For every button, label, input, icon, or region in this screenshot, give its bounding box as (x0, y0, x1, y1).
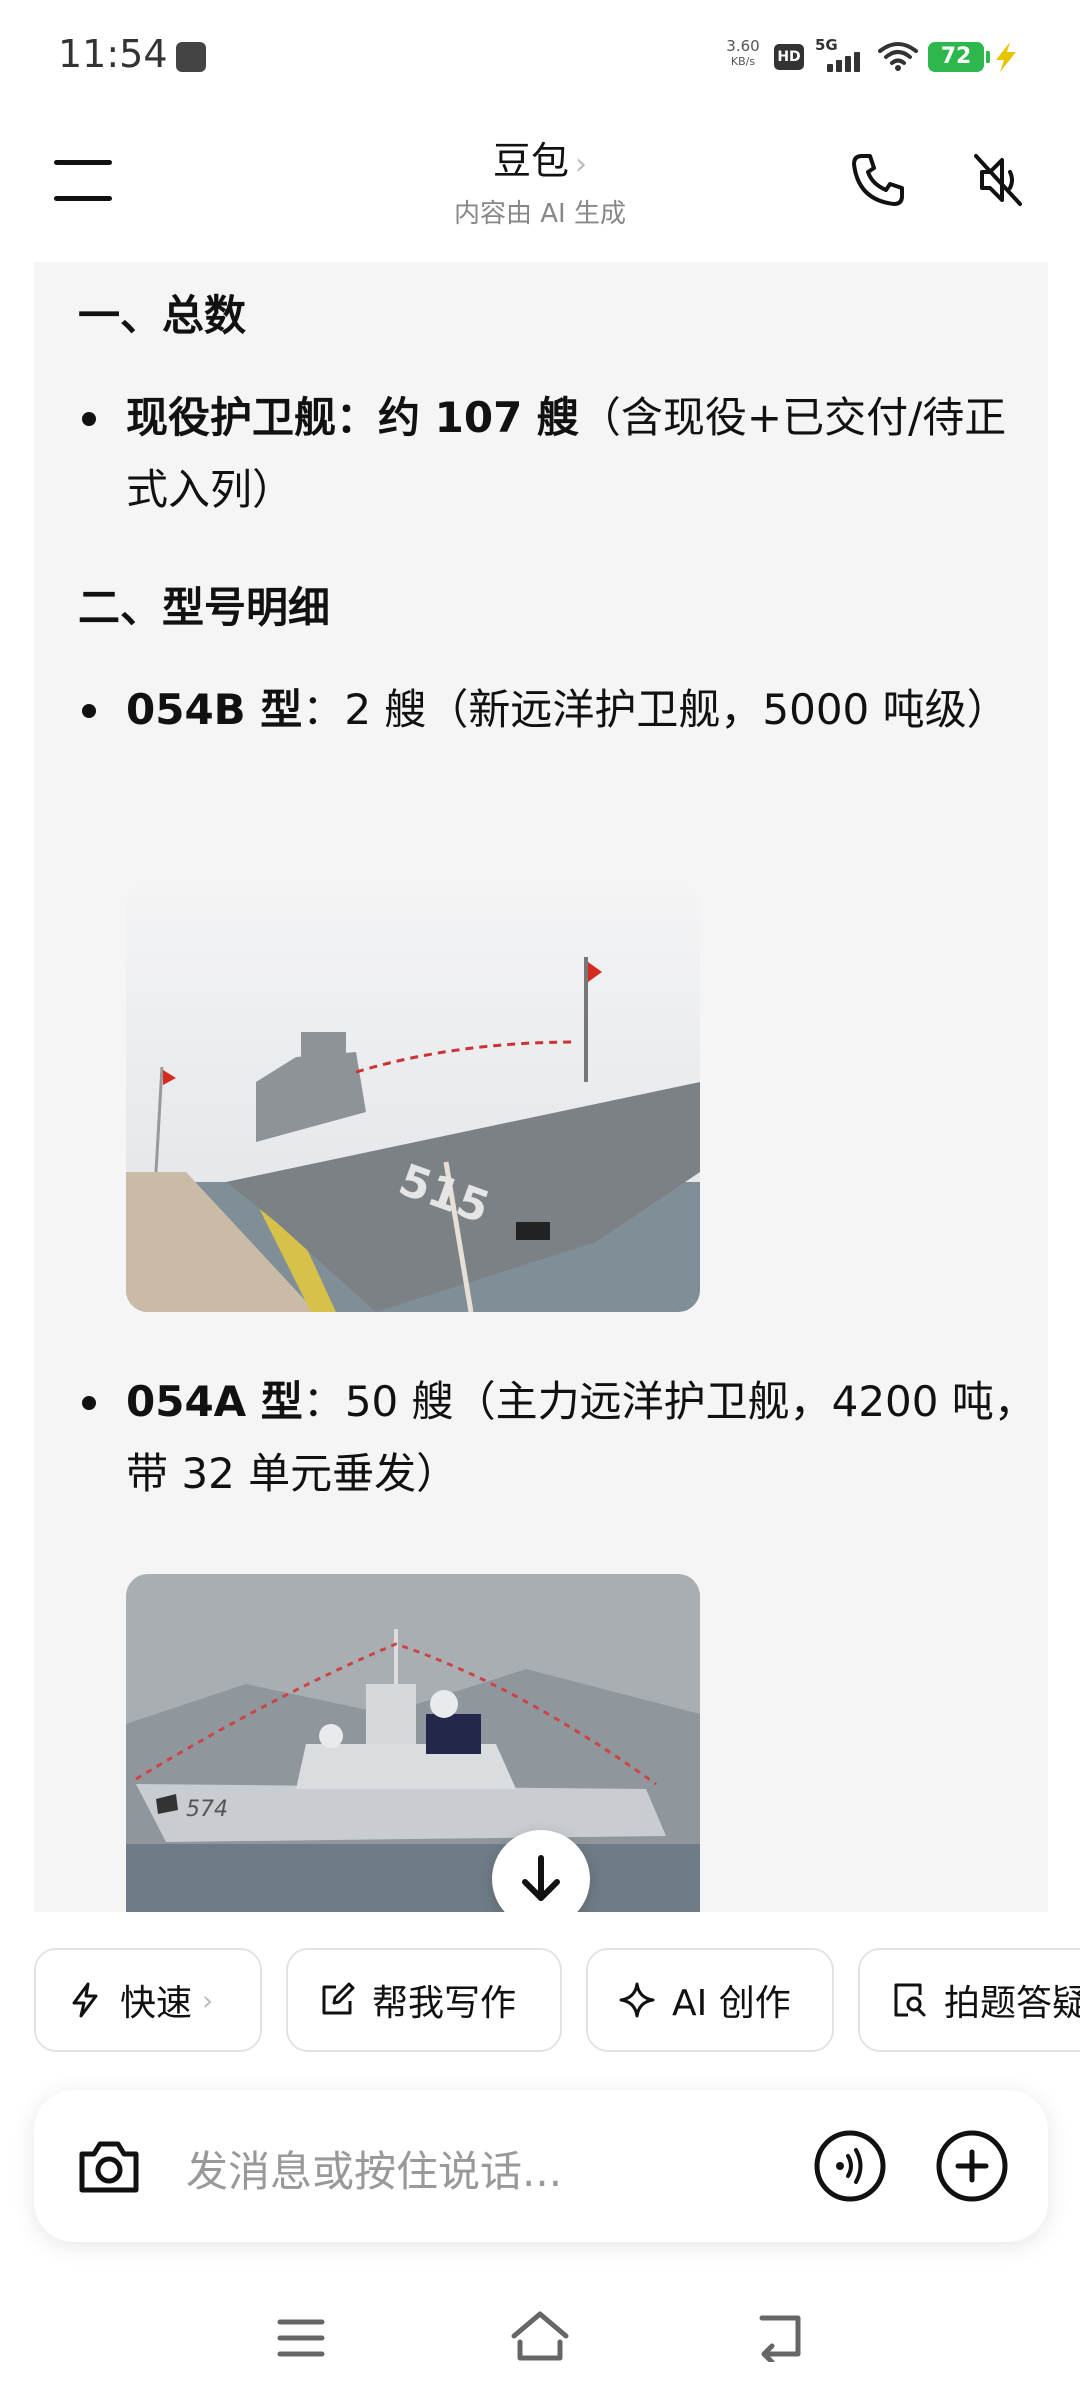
chat-header: 豆包 › 内容由 AI 生成 (0, 110, 1080, 260)
network-speed-value: 3.60 (726, 37, 760, 55)
sparkle-icon (619, 1982, 655, 2018)
section-title-models: 二、型号明细 (78, 583, 331, 632)
bullet-dot (82, 412, 96, 426)
chevron-right-icon: › (202, 1983, 214, 2017)
header-title-area[interactable]: 豆包 › 内容由 AI 生成 (340, 130, 740, 230)
bullet-bold-label: 现役护卫舰：约 107 艘 (126, 393, 579, 442)
charging-icon (996, 42, 1016, 72)
bullet-bold-label: 054A 型 (126, 1377, 303, 1426)
bullet-dot (82, 1396, 96, 1410)
list-item: 现役护卫舰：约 107 艘（含现役+已交付/待正式入列） (78, 382, 1038, 526)
system-nav-bar (0, 2290, 1080, 2400)
recent-apps-icon[interactable] (276, 2316, 326, 2360)
hull-number: 574 (186, 1797, 228, 1822)
ai-generated-notice: 内容由 AI 生成 (454, 199, 626, 229)
status-bar: 11:54 3.60 KB/s HD 5G 72 (0, 0, 1080, 110)
chip-label: AI 创作 (672, 1983, 791, 2024)
camera-icon[interactable] (74, 2132, 144, 2202)
photo-search-icon (894, 1983, 926, 2017)
network-type: 5G (815, 36, 838, 54)
chip-label: 拍题答疑 (944, 1983, 1080, 2024)
chevron-right-icon: › (575, 147, 587, 182)
bullet-bold-label: 054B 型 (126, 685, 303, 734)
message-input-bar: 发消息或按住说话... (34, 2090, 1048, 2242)
ship-image-054b[interactable]: 515 (126, 882, 700, 1312)
battery-indicator: 72 (928, 42, 990, 72)
phone-icon[interactable] (848, 150, 908, 210)
status-time: 11:54 (58, 32, 168, 76)
voice-call-icon[interactable] (812, 2128, 888, 2204)
hd-badge: HD (774, 44, 804, 70)
bullet-text: ：2 艘（新远洋护卫舰，5000 吨级） (302, 685, 1009, 734)
arrow-down-icon (522, 1855, 560, 1901)
chip-photo-question[interactable]: 拍题答疑 (858, 1948, 1080, 2052)
section-title-total: 一、总数 (78, 291, 247, 340)
scroll-to-bottom-button[interactable] (492, 1830, 590, 1912)
list-item: 054A 型：50 艘（主力远洋护卫舰，4200 吨，带 32 单元垂发） (78, 1366, 1038, 1510)
edit-icon (322, 1982, 355, 2015)
speaker-mute-icon[interactable] (968, 150, 1028, 210)
cellular-signal-icon: 5G (815, 36, 865, 76)
home-icon[interactable] (508, 2308, 572, 2364)
quick-action-chips: 快速 › 帮我写作 AI 创作 拍题答疑 (0, 1948, 1080, 2054)
chip-ai-create[interactable]: AI 创作 (586, 1948, 834, 2052)
network-speed-unit: KB/s (730, 55, 756, 68)
network-speed: 3.60 KB/s (718, 38, 768, 70)
lightning-icon (72, 1982, 98, 2018)
app-notification-icon (176, 42, 206, 72)
wifi-icon (878, 42, 918, 71)
message-input[interactable]: 发消息或按住说话... (186, 2138, 562, 2199)
chip-label: 快速 (120, 1983, 193, 2024)
back-icon[interactable] (752, 2310, 808, 2362)
menu-icon[interactable] (54, 160, 112, 202)
chip-label: 帮我写作 (372, 1983, 517, 2024)
list-item: 054B 型：2 艘（新远洋护卫舰，5000 吨级） (78, 674, 1038, 746)
page-title[interactable]: 豆包 (493, 139, 569, 183)
ship-image-054a[interactable]: 574 (126, 1574, 700, 1912)
bullet-dot (82, 704, 96, 718)
chat-message-content: 一、总数 现役护卫舰：约 107 艘（含现役+已交付/待正式入列） 二、型号明细… (34, 262, 1048, 1912)
chip-help-write[interactable]: 帮我写作 (286, 1948, 562, 2052)
plus-icon[interactable] (934, 2128, 1010, 2204)
chip-fast-mode[interactable]: 快速 › (34, 1948, 262, 2052)
